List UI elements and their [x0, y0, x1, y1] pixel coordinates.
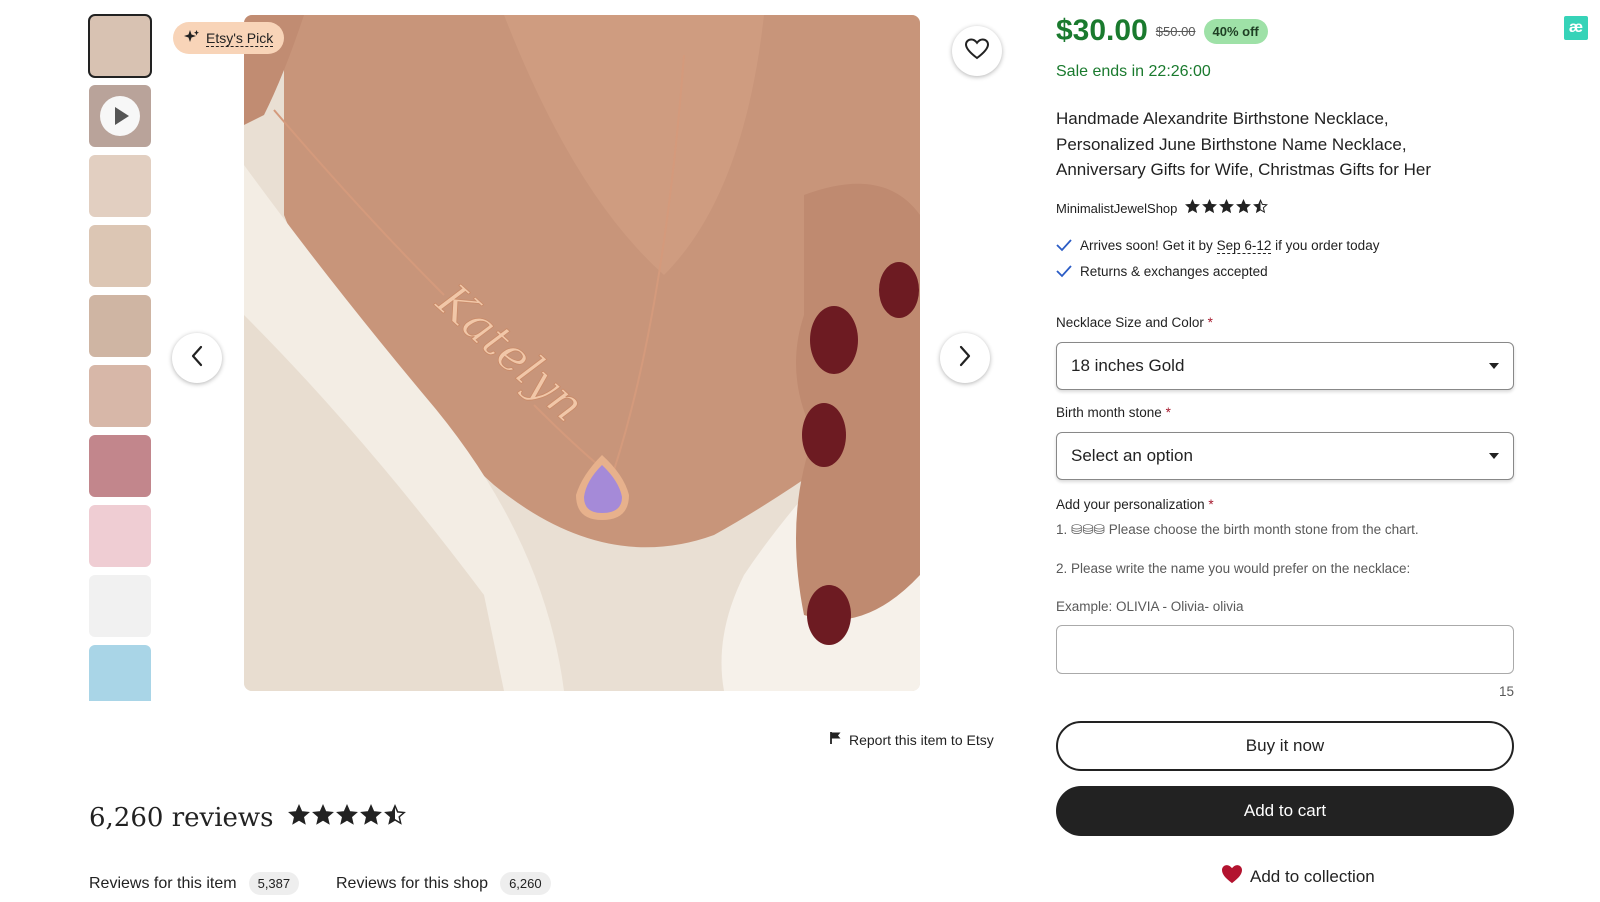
nail-1	[810, 306, 858, 374]
personalization-instruction-1: 1. ⛁⛁⛁ Please choose the birth month sto…	[1056, 522, 1419, 537]
price-row: $30.00 $50.00 40% off	[1056, 14, 1268, 48]
product-title-line-3: Anniversary Gifts for Wife, Christmas Gi…	[1056, 160, 1432, 179]
shipping-dates[interactable]: Sep 6-12	[1216, 238, 1272, 254]
caret-down-icon	[1489, 363, 1499, 369]
tab-reviews-item-label: Reviews for this item	[89, 874, 237, 892]
size-label-text: Necklace Size and Color	[1056, 315, 1204, 330]
thumbnail-4[interactable]	[89, 225, 151, 287]
shipping-info: Arrives soon! Get it by Sep 6-12 if you …	[1056, 238, 1379, 255]
star-icon	[1202, 199, 1218, 217]
main-product-image[interactable]: Katelyn	[244, 15, 920, 691]
flag-icon	[830, 731, 842, 748]
sparkle-icon	[184, 29, 200, 48]
personalization-input[interactable]	[1056, 625, 1514, 674]
tab-reviews-shop[interactable]: Reviews for this shop 6,260	[336, 872, 551, 895]
sale-price: $30.00	[1056, 14, 1148, 47]
thumbnail-7[interactable]	[89, 435, 151, 497]
returns-text: Returns & exchanges accepted	[1080, 264, 1268, 279]
report-label: Report this item to Etsy	[849, 731, 994, 748]
previous-image-button[interactable]	[172, 333, 222, 383]
discount-badge: 40% off	[1203, 18, 1268, 44]
play-icon	[115, 107, 129, 125]
shipping-suffix: if you order today	[1275, 238, 1380, 253]
add-to-collection-button[interactable]: Add to collection	[1221, 864, 1375, 889]
caret-down-icon	[1489, 453, 1499, 459]
buy-now-button[interactable]: Buy it now	[1056, 721, 1514, 771]
personalization-instruction-2: 2. Please write the name you would prefe…	[1056, 561, 1411, 576]
shop-info: MinimalistJewelShop	[1056, 199, 1269, 217]
tab-reviews-shop-label: Reviews for this shop	[336, 874, 489, 892]
original-price: $50.00	[1155, 23, 1196, 39]
next-image-button[interactable]	[940, 333, 990, 383]
shipping-prefix: Arrives soon! Get it by	[1080, 238, 1213, 253]
nail-4	[879, 262, 919, 318]
required-mark: *	[1208, 497, 1214, 512]
reviews-heading: 6,260 reviews	[89, 803, 406, 833]
sale-time: 22:26:00	[1148, 63, 1211, 80]
thumbnail-5[interactable]	[89, 295, 151, 357]
heart-outline-icon	[964, 37, 990, 65]
chevron-right-icon	[958, 345, 972, 372]
star-icon	[359, 803, 382, 833]
returns-info: Returns & exchanges accepted	[1056, 264, 1268, 281]
thumbnail-9[interactable]	[89, 575, 151, 637]
etsys-pick-label: Etsy's Pick	[206, 29, 274, 47]
star-icon	[287, 803, 310, 833]
personalization-label-text: Add your personalization	[1056, 497, 1205, 512]
stone-select-value: Select an option	[1071, 446, 1193, 465]
thumbnail-6[interactable]	[89, 365, 151, 427]
sale-countdown: Sale ends in 22:26:00	[1056, 63, 1211, 81]
product-title: Handmade Alexandrite Birthstone Necklace…	[1056, 106, 1496, 183]
thumbnail-3[interactable]	[89, 155, 151, 217]
star-icon	[1219, 199, 1235, 217]
stone-select[interactable]: Select an option	[1056, 432, 1514, 480]
chevron-left-icon	[190, 345, 204, 372]
heart-filled-icon	[1221, 864, 1243, 889]
size-select[interactable]: 18 inches Gold	[1056, 342, 1514, 390]
tab-reviews-item-count: 5,387	[248, 872, 300, 895]
star-icon	[311, 803, 334, 833]
personalization-label: Add your personalization *	[1056, 497, 1214, 512]
tab-reviews-shop-count: 6,260	[500, 872, 551, 895]
char-counter: 15	[1498, 684, 1514, 699]
thumbnail-strip	[88, 14, 153, 709]
thumbnail-10[interactable]	[89, 645, 151, 701]
stone-label-text: Birth month stone	[1056, 405, 1162, 420]
thumbnail-1[interactable]	[88, 14, 152, 78]
thumbnail-8[interactable]	[89, 505, 151, 567]
extension-icon[interactable]: æ	[1564, 16, 1588, 40]
required-mark: *	[1165, 405, 1171, 420]
add-to-cart-button[interactable]: Add to cart	[1056, 786, 1514, 836]
shop-name-link[interactable]: MinimalistJewelShop	[1056, 201, 1177, 216]
etsys-pick-badge[interactable]: Etsy's Pick	[173, 22, 285, 54]
favorite-button[interactable]	[952, 26, 1002, 76]
star-icon	[1253, 199, 1269, 217]
product-title-line-2: Personalized June Birthstone Name Neckla…	[1056, 134, 1407, 154]
tab-reviews-item[interactable]: Reviews for this item 5,387	[89, 872, 300, 895]
star-icon	[1236, 199, 1252, 217]
thumbnail-video[interactable]	[89, 85, 151, 147]
reviews-count: 6,260 reviews	[89, 803, 274, 833]
check-icon	[1056, 238, 1072, 255]
star-icon	[383, 803, 406, 833]
reviews-star-rating	[287, 803, 406, 833]
nail-3	[807, 585, 851, 645]
sale-prefix: Sale ends in	[1056, 63, 1145, 80]
stone-label: Birth month stone *	[1056, 405, 1171, 420]
product-title-line-1: Handmade Alexandrite Birthstone Necklace…	[1056, 109, 1389, 128]
star-icon	[1185, 199, 1201, 217]
personalization-example: Example: OLIVIA - Olivia- olivia	[1056, 599, 1244, 614]
shop-star-rating	[1185, 199, 1269, 217]
size-select-value: 18 inches Gold	[1071, 356, 1185, 375]
hand	[796, 183, 920, 620]
size-label: Necklace Size and Color *	[1056, 315, 1213, 330]
report-item-link[interactable]: Report this item to Etsy	[830, 731, 994, 748]
nail-2	[802, 403, 846, 467]
add-to-collection-label: Add to collection	[1250, 866, 1375, 886]
check-icon	[1056, 264, 1072, 281]
star-icon	[335, 803, 358, 833]
required-mark: *	[1207, 315, 1213, 330]
